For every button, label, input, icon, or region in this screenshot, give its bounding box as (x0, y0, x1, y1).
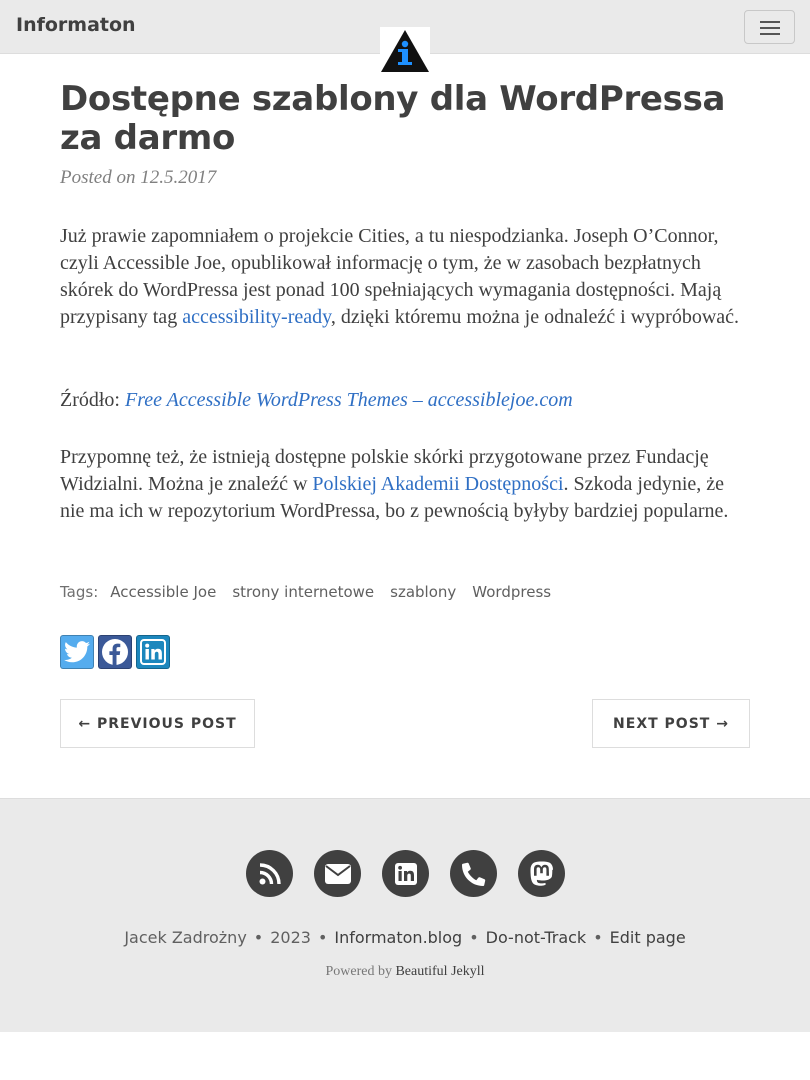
separator-dot: • (253, 928, 264, 947)
post-paragraph-1: Już prawie zapomniałem o projekcie Citie… (60, 223, 750, 331)
footer: Jacek Zadrożny • 2023 • Informaton.blog • Do-n… (0, 798, 810, 1032)
post-paragraph-2: Przypomnę też, że istnieją dostępne pols… (60, 444, 750, 525)
separator-dot: • (317, 928, 328, 947)
linkedin-icon (394, 862, 417, 885)
paragraph-text: , dzięki któremu można je odnaleźć i wyp… (330, 306, 740, 328)
twitter-icon (64, 641, 90, 663)
tags: Tags: Accessible Joe strony internetowe … (60, 583, 551, 601)
email-link[interactable] (314, 850, 361, 897)
separator-dot: • (593, 928, 603, 947)
tag-link[interactable]: szablony (390, 583, 456, 601)
beautiful-jekyll-link[interactable]: Beautiful Jekyll (395, 964, 484, 979)
tag-link[interactable]: strony internetowe (232, 583, 374, 601)
linkedin-share-button[interactable] (136, 635, 170, 669)
footer-site-link[interactable]: Informaton.blog (334, 928, 462, 947)
facebook-icon (102, 639, 128, 665)
powered-by-label: Powered by (325, 964, 392, 979)
hamburger-icon-bar (760, 27, 780, 29)
tag-link[interactable]: Wordpress (472, 583, 551, 601)
footer-author: Jacek Zadrożny (124, 928, 247, 947)
previous-post-button[interactable]: ← PREVIOUS POST (60, 699, 255, 748)
linkedin-link[interactable] (382, 850, 429, 897)
akademia-link[interactable]: Polskiej Akademii Dostępności (312, 473, 563, 495)
post-title: Dostępne szablony dla WordPressa za darm… (60, 79, 726, 158)
phone-icon (461, 862, 485, 886)
site-brand[interactable]: Informaton (16, 14, 136, 36)
source-link[interactable]: Free Accessible WordPress Themes – acces… (125, 389, 573, 411)
rss-link[interactable] (246, 850, 293, 897)
hamburger-icon (760, 21, 780, 23)
footer-links: Jacek Zadrożny • 2023 • Informaton.blog • Do-n… (0, 928, 810, 947)
facebook-share-button[interactable] (98, 635, 132, 669)
linkedin-icon (140, 639, 166, 665)
tag-link[interactable]: Accessible Joe (110, 583, 216, 601)
envelope-icon (324, 863, 351, 884)
post-meta: Posted on 12.5.2017 (60, 167, 217, 188)
rss-icon (259, 862, 281, 884)
twitter-share-button[interactable] (60, 635, 94, 669)
tags-label: Tags: (60, 583, 99, 601)
mastodon-link[interactable] (518, 850, 565, 897)
hamburger-icon-bar (760, 33, 780, 35)
mastodon-icon (530, 861, 553, 886)
do-not-track-link[interactable]: Do-not-Track (486, 928, 587, 947)
phone-link[interactable] (450, 850, 497, 897)
source-label: Źródło: (60, 389, 125, 411)
share-buttons (60, 635, 170, 669)
separator-dot: • (469, 928, 479, 947)
info-triangle-icon[interactable] (380, 27, 430, 74)
footer-year: 2023 (270, 928, 311, 947)
accessibility-ready-link[interactable]: accessibility-ready (182, 306, 331, 328)
edit-page-link[interactable]: Edit page (610, 928, 686, 947)
next-post-button[interactable]: NEXT POST → (592, 699, 750, 748)
powered-by: Powered by Beautiful Jekyll (0, 964, 810, 980)
menu-toggle-button[interactable] (744, 10, 795, 44)
footer-social-links (246, 850, 565, 897)
source-line: Źródło: Free Accessible WordPress Themes… (60, 387, 573, 414)
